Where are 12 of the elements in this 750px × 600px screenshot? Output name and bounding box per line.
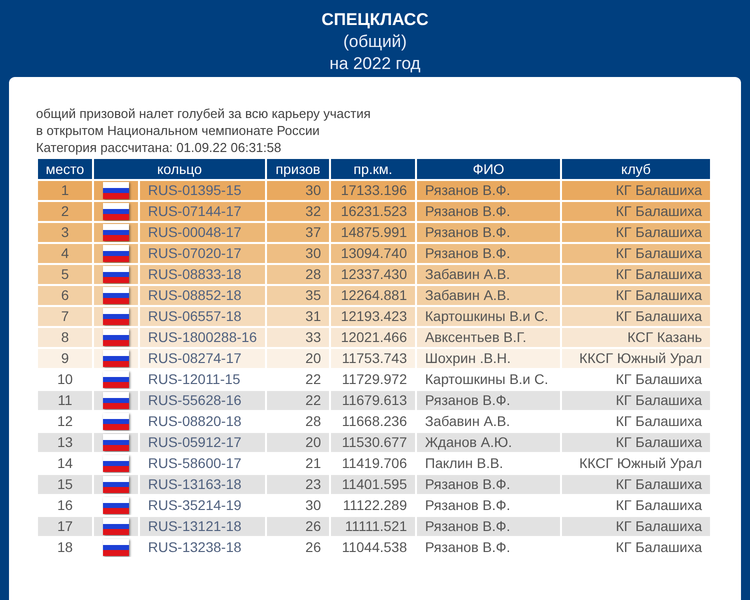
description-text: Категория рассчитана: 01.09.22 06:31:58	[36, 139, 282, 156]
column-header: клуб	[561, 158, 711, 180]
page-title: СПЕЦКЛАСС	[322, 9, 428, 31]
column-header: место	[37, 158, 93, 180]
description-text: общий призовой налет голубей за всю карьеру участия	[36, 105, 372, 122]
column-header: пр.км.	[330, 158, 416, 180]
column-header: ФИО	[416, 158, 561, 180]
column-header: призов	[266, 158, 330, 180]
page-subtitle: (общий)	[343, 31, 407, 53]
column-header: кольцо	[93, 158, 266, 180]
year-label: на 2022 год	[330, 53, 420, 75]
description-text: в открытом Национальном чемпионате России	[36, 122, 321, 139]
